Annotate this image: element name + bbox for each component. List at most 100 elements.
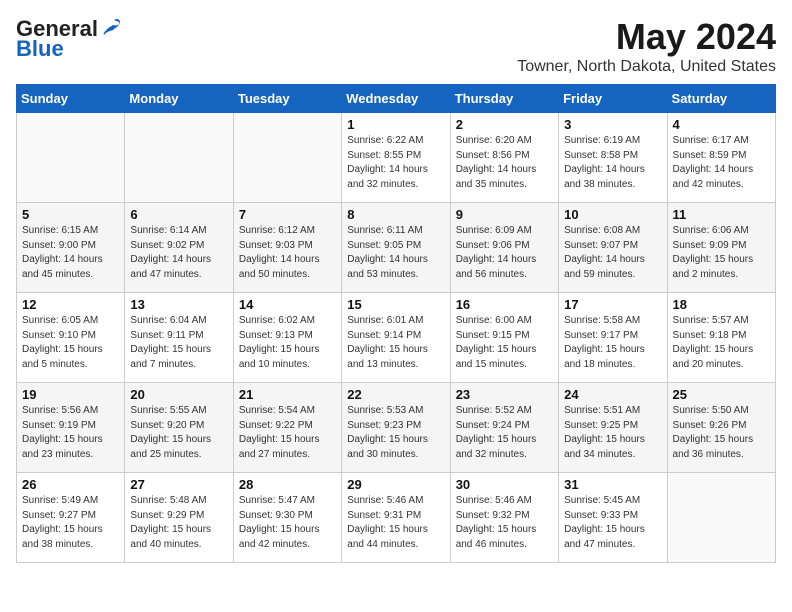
calendar-header-monday: Monday [125,85,233,113]
calendar-empty-cell [667,473,775,563]
calendar-day-7: 7 Sunrise: 6:12 AM Sunset: 9:03 PM Daylig… [233,203,341,293]
day-info: Sunrise: 6:00 AM Sunset: 9:15 PM Dayligh… [456,314,553,372]
day-info: Sunrise: 5:51 AM Sunset: 9:25 PM Dayligh… [564,404,661,462]
day-number: 15 [347,297,444,312]
day-info: Sunrise: 5:47 AM Sunset: 9:30 PM Dayligh… [239,494,336,552]
day-number: 22 [347,387,444,402]
calendar-day-27: 27Sunrise: 5:48 AM Sunset: 9:29 PM Dayli… [125,473,233,563]
calendar-empty-cell [233,113,341,203]
logo-blue: Blue [16,36,64,62]
calendar-day-22: 22 Sunrise: 5:53 AM Sunset: 9:23 PM Dayli… [342,383,450,473]
calendar-day-4: 4 Sunrise: 6:17 AM Sunset: 8:59 PM Daylig… [667,113,775,203]
day-number: 14 [239,297,336,312]
calendar-day-8: 8Sunrise: 6:11 AM Sunset: 9:05 PM Daylig… [342,203,450,293]
calendar-header-wednesday: Wednesday [342,85,450,113]
day-number: 12 [22,297,119,312]
calendar-header-thursday: Thursday [450,85,558,113]
day-number: 24 [564,387,661,402]
day-info: Sunrise: 6:09 AM Sunset: 9:06 PM Dayligh… [456,224,553,282]
calendar-day-12: 12 Sunrise: 6:05 AM Sunset: 9:10 PM Dayli… [17,293,125,383]
day-number: 1 [347,117,444,132]
calendar-day-24: 24 Sunrise: 5:51 AM Sunset: 9:25 PM Dayli… [559,383,667,473]
day-number: 16 [456,297,553,312]
logo: General Blue [16,16,122,62]
calendar-week-row: 5Sunrise: 6:15 AM Sunset: 9:00 PM Daylig… [17,203,776,293]
calendar-day-16: 16 Sunrise: 6:00 AM Sunset: 9:15 PM Dayli… [450,293,558,383]
day-number: 7 [239,207,336,222]
day-info: Sunrise: 6:17 AM Sunset: 8:59 PM Dayligh… [673,134,770,192]
day-number: 31 [564,477,661,492]
calendar-day-28: 28 Sunrise: 5:47 AM Sunset: 9:30 PM Dayli… [233,473,341,563]
day-info: Sunrise: 5:54 AM Sunset: 9:22 PM Dayligh… [239,404,336,462]
day-info: Sunrise: 6:20 AM Sunset: 8:56 PM Dayligh… [456,134,553,192]
day-number: 20 [130,387,227,402]
day-number: 30 [456,477,553,492]
day-info: Sunrise: 5:45 AM Sunset: 9:33 PM Dayligh… [564,494,661,552]
day-number: 29 [347,477,444,492]
calendar-header-tuesday: Tuesday [233,85,341,113]
day-info: Sunrise: 6:05 AM Sunset: 9:10 PM Dayligh… [22,314,119,372]
calendar-week-row: 12 Sunrise: 6:05 AM Sunset: 9:10 PM Dayli… [17,293,776,383]
calendar-day-6: 6Sunrise: 6:14 AM Sunset: 9:02 PM Daylig… [125,203,233,293]
day-info: Sunrise: 5:57 AM Sunset: 9:18 PM Dayligh… [673,314,770,372]
day-number: 4 [673,117,770,132]
logo-bird-icon [100,16,122,38]
title-area: May 2024 Towner, North Dakota, United St… [517,16,776,76]
day-number: 2 [456,117,553,132]
calendar-day-13: 13Sunrise: 6:04 AM Sunset: 9:11 PM Dayli… [125,293,233,383]
calendar-week-row: 19 Sunrise: 5:56 AM Sunset: 9:19 PM Dayli… [17,383,776,473]
calendar-day-14: 14 Sunrise: 6:02 AM Sunset: 9:13 PM Dayli… [233,293,341,383]
calendar-day-2: 2 Sunrise: 6:20 AM Sunset: 8:56 PM Daylig… [450,113,558,203]
calendar-header-saturday: Saturday [667,85,775,113]
day-number: 6 [130,207,227,222]
calendar-day-31: 31 Sunrise: 5:45 AM Sunset: 9:33 PM Dayli… [559,473,667,563]
day-number: 23 [456,387,553,402]
calendar-day-25: 25 Sunrise: 5:50 AM Sunset: 9:26 PM Dayli… [667,383,775,473]
calendar-day-9: 9 Sunrise: 6:09 AM Sunset: 9:06 PM Daylig… [450,203,558,293]
day-info: Sunrise: 5:53 AM Sunset: 9:23 PM Dayligh… [347,404,444,462]
day-number: 21 [239,387,336,402]
day-info: Sunrise: 5:50 AM Sunset: 9:26 PM Dayligh… [673,404,770,462]
day-number: 19 [22,387,119,402]
calendar-header-friday: Friday [559,85,667,113]
day-info: Sunrise: 5:46 AM Sunset: 9:32 PM Dayligh… [456,494,553,552]
day-number: 26 [22,477,119,492]
day-number: 17 [564,297,661,312]
calendar-day-18: 18 Sunrise: 5:57 AM Sunset: 9:18 PM Dayli… [667,293,775,383]
day-number: 25 [673,387,770,402]
day-info: Sunrise: 5:55 AM Sunset: 9:20 PM Dayligh… [130,404,227,462]
location-title: Towner, North Dakota, United States [517,58,776,76]
day-info: Sunrise: 5:56 AM Sunset: 9:19 PM Dayligh… [22,404,119,462]
calendar-empty-cell [17,113,125,203]
calendar-day-3: 3 Sunrise: 6:19 AM Sunset: 8:58 PM Daylig… [559,113,667,203]
day-info: Sunrise: 6:02 AM Sunset: 9:13 PM Dayligh… [239,314,336,372]
day-number: 3 [564,117,661,132]
calendar-day-1: 1 Sunrise: 6:22 AM Sunset: 8:55 PM Daylig… [342,113,450,203]
calendar-day-15: 15 Sunrise: 6:01 AM Sunset: 9:14 PM Dayli… [342,293,450,383]
day-info: Sunrise: 6:06 AM Sunset: 9:09 PM Dayligh… [673,224,770,282]
day-number: 11 [673,207,770,222]
day-info: Sunrise: 6:01 AM Sunset: 9:14 PM Dayligh… [347,314,444,372]
calendar-day-11: 11 Sunrise: 6:06 AM Sunset: 9:09 PM Dayli… [667,203,775,293]
month-title: May 2024 [517,16,776,58]
calendar-week-row: 1 Sunrise: 6:22 AM Sunset: 8:55 PM Daylig… [17,113,776,203]
day-info: Sunrise: 6:12 AM Sunset: 9:03 PM Dayligh… [239,224,336,282]
day-number: 18 [673,297,770,312]
calendar-week-row: 26 Sunrise: 5:49 AM Sunset: 9:27 PM Dayli… [17,473,776,563]
day-info: Sunrise: 6:19 AM Sunset: 8:58 PM Dayligh… [564,134,661,192]
day-number: 5 [22,207,119,222]
page-header: General Blue May 2024 Towner, North Dako… [16,16,776,76]
calendar-day-21: 21 Sunrise: 5:54 AM Sunset: 9:22 PM Dayli… [233,383,341,473]
calendar-day-23: 23Sunrise: 5:52 AM Sunset: 9:24 PM Dayli… [450,383,558,473]
day-number: 9 [456,207,553,222]
calendar-day-29: 29Sunrise: 5:46 AM Sunset: 9:31 PM Dayli… [342,473,450,563]
day-info: Sunrise: 6:22 AM Sunset: 8:55 PM Dayligh… [347,134,444,192]
calendar-day-10: 10Sunrise: 6:08 AM Sunset: 9:07 PM Dayli… [559,203,667,293]
calendar-day-5: 5Sunrise: 6:15 AM Sunset: 9:00 PM Daylig… [17,203,125,293]
calendar-day-17: 17Sunrise: 5:58 AM Sunset: 9:17 PM Dayli… [559,293,667,383]
day-info: Sunrise: 5:49 AM Sunset: 9:27 PM Dayligh… [22,494,119,552]
calendar-header-row: SundayMondayTuesdayWednesdayThursdayFrid… [17,85,776,113]
calendar-table: SundayMondayTuesdayWednesdayThursdayFrid… [16,84,776,563]
calendar-day-20: 20 Sunrise: 5:55 AM Sunset: 9:20 PM Dayli… [125,383,233,473]
day-number: 28 [239,477,336,492]
